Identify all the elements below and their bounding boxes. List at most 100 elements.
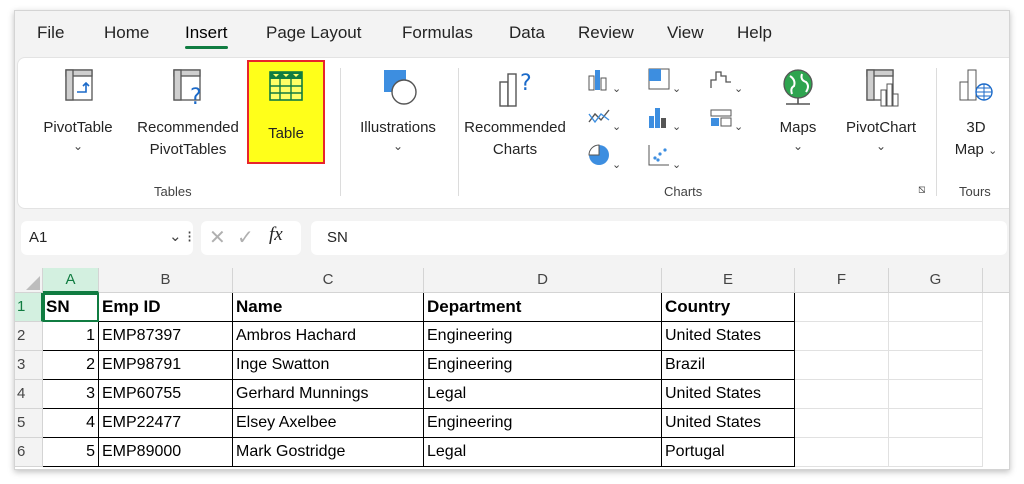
svg-text:?: ? — [190, 85, 202, 106]
maps-button[interactable]: Maps ⌄ — [770, 66, 826, 153]
empty-cell[interactable] — [795, 409, 889, 438]
tab-view[interactable]: View — [667, 23, 704, 43]
empty-cell[interactable] — [889, 409, 983, 438]
cell-country[interactable]: United States — [662, 409, 795, 438]
empty-cell[interactable] — [889, 293, 983, 322]
column-chart-button[interactable]: ⌄ — [586, 66, 632, 100]
scatter-chart-button[interactable]: ⌄ — [646, 142, 692, 176]
select-all-corner[interactable] — [15, 268, 43, 293]
pivotchart-icon — [866, 69, 899, 107]
formula-input[interactable]: SN — [311, 221, 1007, 255]
more-options-icon[interactable]: ⁝ — [187, 227, 192, 247]
cancel-icon[interactable]: ✕ — [209, 225, 226, 250]
cell-sn[interactable]: 4 — [43, 409, 99, 438]
cell-sn[interactable]: 2 — [43, 351, 99, 380]
empty-cell[interactable] — [889, 351, 983, 380]
column-header-d[interactable]: D — [424, 268, 662, 293]
cell-emp-id[interactable]: EMP22477 — [99, 409, 233, 438]
column-header-e[interactable]: E — [662, 268, 795, 293]
cell-emp-id[interactable]: EMP89000 — [99, 438, 233, 467]
cell-name[interactable]: Mark Gostridge — [233, 438, 424, 467]
line-chart-button[interactable]: ⌄ — [586, 104, 632, 138]
pivottable-button[interactable]: PivotTable ⌄ — [36, 66, 120, 153]
insert-function-icon[interactable]: fx — [269, 224, 283, 246]
empty-cell[interactable] — [795, 293, 889, 322]
cell-country[interactable]: Portugal — [662, 438, 795, 467]
cell-department[interactable]: Legal — [424, 380, 662, 409]
tab-help[interactable]: Help — [737, 23, 772, 43]
empty-cell[interactable] — [795, 351, 889, 380]
row-header-6[interactable]: 6 — [15, 438, 43, 467]
cell-name[interactable]: Inge Swatton — [233, 351, 424, 380]
column-header-g[interactable]: G — [889, 268, 983, 293]
tab-home[interactable]: Home — [104, 23, 149, 43]
3d-map-button[interactable]: 3D Map ⌄ — [944, 66, 1008, 162]
column-header-f[interactable]: F — [795, 268, 889, 293]
column-header-a[interactable]: A — [43, 268, 99, 293]
cell-emp-id[interactable]: EMP60755 — [99, 380, 233, 409]
cell-department[interactable]: Engineering — [424, 322, 662, 351]
cell-department[interactable]: Legal — [424, 438, 662, 467]
recommended-pivottables-button[interactable]: ? Recommended PivotTables — [128, 66, 248, 161]
cell-country[interactable]: Brazil — [662, 351, 795, 380]
chevron-down-icon: ⌄ — [672, 159, 682, 171]
cell-department[interactable]: Engineering — [424, 351, 662, 380]
empty-cell[interactable] — [795, 438, 889, 467]
cell-emp-id[interactable]: EMP87397 — [99, 322, 233, 351]
cell-sn[interactable]: 5 — [43, 438, 99, 467]
column-header-b[interactable]: B — [99, 268, 233, 293]
cell-sn[interactable]: 1 — [43, 322, 99, 351]
recommended-pivottables-icon: ? — [173, 69, 202, 110]
empty-cell[interactable] — [795, 380, 889, 409]
pivottable-icon — [65, 69, 93, 101]
cell-name[interactable]: Ambros Hachard — [233, 322, 424, 351]
tab-file[interactable]: File — [37, 23, 64, 43]
header-cell-name[interactable]: Name — [233, 293, 424, 322]
combo-chart-button[interactable]: ⌄ — [708, 104, 754, 138]
enter-icon[interactable]: ✓ — [237, 225, 254, 250]
hierarchy-chart-button[interactable]: ⌄ — [646, 66, 692, 100]
header-cell-emp-id[interactable]: Emp ID — [99, 293, 233, 322]
column-header-h[interactable] — [983, 268, 1009, 293]
row-header-1[interactable]: 1 — [15, 293, 43, 322]
column-header-c[interactable]: C — [233, 268, 424, 293]
tab-data[interactable]: Data — [509, 23, 545, 43]
illustrations-button[interactable]: Illustrations ⌄ — [348, 66, 448, 153]
row-header-4[interactable]: 4 — [15, 380, 43, 409]
chevron-down-icon: ⌄ — [72, 139, 84, 153]
header-cell-sn[interactable]: SN — [43, 293, 99, 322]
dialog-launcher-icon[interactable]: ⧅ — [918, 182, 926, 197]
tab-insert[interactable]: Insert — [185, 23, 228, 49]
cell-country[interactable]: United States — [662, 380, 795, 409]
header-cell-department[interactable]: Department — [424, 293, 662, 322]
tab-formulas[interactable]: Formulas — [402, 23, 473, 43]
cell-name[interactable]: Elsey Axelbee — [233, 409, 424, 438]
cell-country[interactable]: United States — [662, 322, 795, 351]
name-box[interactable]: A1 ⌄ — [21, 221, 193, 255]
formula-bar: A1 ⌄ ⁝ ✕ ✓ fx SN — [15, 221, 1009, 259]
tab-review[interactable]: Review — [578, 23, 634, 43]
chevron-down-icon: ⌄ — [734, 83, 744, 95]
header-cell-country[interactable]: Country — [662, 293, 795, 322]
empty-cell[interactable] — [889, 380, 983, 409]
row-header-5[interactable]: 5 — [15, 409, 43, 438]
pie-chart-button[interactable]: ⌄ — [586, 142, 632, 176]
row-header-2[interactable]: 2 — [15, 322, 43, 351]
row-header-3[interactable]: 3 — [15, 351, 43, 380]
recommended-charts-button[interactable]: ? Recommended Charts — [462, 66, 568, 161]
empty-cell[interactable] — [889, 322, 983, 351]
pivotchart-button[interactable]: PivotChart ⌄ — [838, 66, 924, 153]
waterfall-chart-button[interactable]: ⌄ — [708, 66, 754, 100]
cell-department[interactable]: Engineering — [424, 409, 662, 438]
empty-cell[interactable] — [889, 438, 983, 467]
table-button[interactable]: Table — [249, 68, 323, 145]
line-chart-icon — [588, 109, 610, 124]
cell-sn[interactable]: 3 — [43, 380, 99, 409]
empty-cell[interactable] — [795, 322, 889, 351]
recommended-pivottables-label2: PivotTables — [149, 141, 227, 158]
chevron-down-icon: ⌄ — [612, 159, 622, 171]
cell-name[interactable]: Gerhard Munnings — [233, 380, 424, 409]
tab-page-layout[interactable]: Page Layout — [266, 23, 361, 43]
statistic-chart-button[interactable]: ⌄ — [646, 104, 692, 138]
cell-emp-id[interactable]: EMP98791 — [99, 351, 233, 380]
